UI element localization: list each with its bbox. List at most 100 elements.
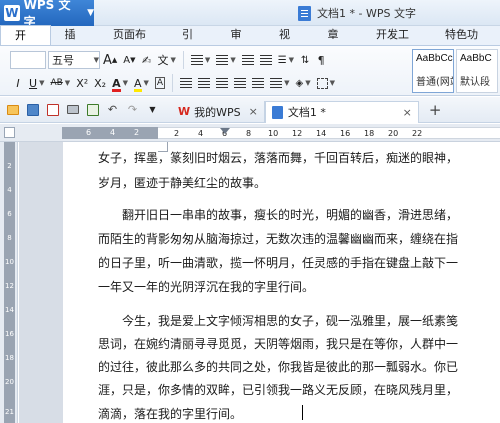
- align-center-button[interactable]: [195, 73, 213, 93]
- horizontal-ruler: 6 4 2 2 4 6 8 10 12 14 16 18 20 22: [0, 124, 500, 142]
- align-right-button[interactable]: [213, 73, 231, 93]
- tab-page-layout[interactable]: 页面布局: [99, 25, 168, 61]
- distribute-button[interactable]: [249, 73, 267, 93]
- undo-button[interactable]: ↶: [105, 102, 120, 117]
- underline-icon: U: [29, 76, 38, 90]
- ruler-number: 2: [134, 128, 140, 137]
- align-left-button[interactable]: [177, 73, 195, 93]
- ruler-number: 12: [292, 129, 303, 138]
- close-icon[interactable]: ×: [403, 106, 412, 119]
- eraser-icon: ✍: [141, 53, 152, 67]
- tab-review[interactable]: 审阅: [217, 25, 266, 61]
- tab-view[interactable]: 视图: [265, 25, 314, 61]
- line-spacing-button[interactable]: ▼: [267, 73, 292, 93]
- superscript-button[interactable]: X²: [73, 73, 91, 93]
- ruler-strip[interactable]: 6 4 2 2 4 6 8 10 12 14 16 18 20 22: [62, 127, 500, 139]
- new-tab-button[interactable]: +: [429, 101, 442, 119]
- ruler-number: 10: [5, 258, 14, 266]
- quick-access-menu-button[interactable]: ▼: [145, 102, 160, 117]
- underline-button[interactable]: U ▼: [26, 73, 47, 93]
- save-button[interactable]: [25, 102, 40, 117]
- font-name-select[interactable]: [10, 51, 46, 69]
- sort-button[interactable]: ⇅: [297, 50, 313, 70]
- text-line: 思词，在婉约清丽寻寻觅觅，天阴等烟雨，我只是在等你，人群中一: [98, 337, 459, 351]
- justify-button[interactable]: [231, 73, 249, 93]
- ruler-number: 16: [340, 129, 351, 138]
- style-name: 默认段: [460, 77, 490, 88]
- subscript-button[interactable]: X₂: [91, 73, 109, 93]
- print-button[interactable]: [65, 102, 80, 117]
- printer-icon: [66, 105, 79, 114]
- tab-developer[interactable]: 开发工具: [362, 25, 431, 61]
- close-icon[interactable]: ×: [249, 105, 258, 118]
- redo-button[interactable]: ↷: [125, 102, 140, 117]
- text-line: 一年又一年的光阴浮沉在我的字里行间。: [98, 280, 315, 294]
- superscript-icon: X²: [76, 76, 89, 90]
- window-title-area: 文档1 * - WPS 文字: [298, 5, 416, 21]
- menu-tabs: 开始 插入 页面布局 引用 审阅 视图 章节 开发工具 特色功能: [0, 25, 500, 62]
- strikethrough-button[interactable]: AB ▼: [47, 73, 73, 93]
- open-button[interactable]: [5, 102, 20, 117]
- shading-button[interactable]: ◈ ▼: [292, 73, 313, 93]
- chinese-layout-button[interactable]: ☰ ▼: [275, 50, 297, 70]
- ruler-number: 6: [86, 128, 92, 137]
- tab-stop-selector[interactable]: [4, 127, 15, 138]
- style-default-paragraph[interactable]: AaBbC 默认段: [456, 49, 498, 93]
- ruler-number: 4: [198, 129, 204, 138]
- show-marks-icon: ¶: [317, 53, 325, 67]
- vertical-ruler: 2 4 6 8 10 12 14 16 18 20 21: [0, 142, 18, 423]
- tab-features[interactable]: 特色功能: [431, 25, 500, 61]
- borders-button[interactable]: ▼: [314, 73, 338, 93]
- numbered-list-button[interactable]: ▼: [213, 50, 238, 70]
- undo-icon: ↶: [107, 103, 118, 116]
- ruler-number: 8: [7, 234, 12, 242]
- ruler-number: 21: [5, 408, 14, 416]
- ruler-number: 2: [7, 162, 12, 170]
- align-center-icon: [198, 78, 211, 88]
- ruler-number: 6: [7, 210, 12, 218]
- ruler-number: 18: [364, 129, 375, 138]
- show-marks-button[interactable]: ¶: [313, 50, 329, 70]
- tab-home[interactable]: 开始: [0, 25, 51, 62]
- tab-insert[interactable]: 插入: [51, 25, 100, 61]
- vertical-ruler-strip[interactable]: 2 4 6 8 10 12 14 16 18 20 21: [4, 142, 15, 423]
- decrease-indent-button[interactable]: [239, 50, 257, 70]
- grow-font-button[interactable]: A ▲: [100, 50, 120, 70]
- shrink-font-button[interactable]: A ▼: [120, 50, 138, 70]
- ruler-number: 14: [5, 306, 14, 314]
- increase-indent-button[interactable]: [257, 50, 275, 70]
- text-line: 的日子里，听一曲清歌，揽一怀明月，任灵感的手指在键盘上敲下一: [98, 256, 459, 270]
- italic-button[interactable]: I: [10, 73, 26, 93]
- font-size-select[interactable]: 五号 ▼: [48, 51, 100, 69]
- char-border-button[interactable]: A: [152, 73, 168, 93]
- tab-references[interactable]: 引用: [168, 25, 217, 61]
- chevron-down-icon: ▼: [93, 56, 99, 64]
- text-line: 滴滴，落在我的字里行间。: [98, 407, 243, 421]
- font-color-button[interactable]: A ▼: [109, 73, 131, 93]
- tab-label: 我的WPS: [194, 105, 241, 119]
- tab-section[interactable]: 章节: [314, 25, 363, 61]
- pinyin-button[interactable]: 文 ▼: [155, 50, 179, 70]
- strikethrough-icon: AB: [50, 78, 63, 88]
- ruler-number: 12: [5, 282, 14, 290]
- justify-icon: [234, 78, 247, 88]
- wps-app-menu-button[interactable]: W WPS 文字 ▼: [0, 0, 94, 29]
- ruler-number: 4: [110, 128, 116, 137]
- clear-format-button[interactable]: ✍: [139, 50, 155, 70]
- chinese-layout-icon: ☰: [277, 54, 287, 66]
- chevron-down-icon: ▼: [149, 105, 156, 114]
- ruler-text-area: 2 4 6 8 10 12 14 16 18 20 22: [158, 127, 500, 139]
- export-pdf-button[interactable]: [45, 102, 60, 117]
- print-preview-button[interactable]: [85, 102, 100, 117]
- style-normal-web[interactable]: AaBbCcD 普通(网站): [412, 49, 454, 93]
- highlight-button[interactable]: A ▼: [131, 73, 152, 93]
- tab-my-wps[interactable]: W 我的WPS ×: [172, 100, 265, 123]
- tab-document-1[interactable]: 文档1 * ×: [264, 100, 419, 123]
- indent-marker[interactable]: [220, 128, 230, 134]
- ribbon-row-font: 五号 ▼ A ▲ A ▼ ✍ 文 ▼ ▼ ▼ ☰ ▼ ⇅ ¶: [10, 49, 329, 71]
- preview-icon: [86, 103, 99, 116]
- text-line: 女子，挥墨，篆刻旧时烟云，落落而舞，千回百转后，痴迷的眼神，: [98, 151, 459, 165]
- paint-bucket-icon: ◈: [295, 77, 304, 89]
- borders-icon: [316, 77, 328, 89]
- bullet-list-button[interactable]: ▼: [188, 50, 213, 70]
